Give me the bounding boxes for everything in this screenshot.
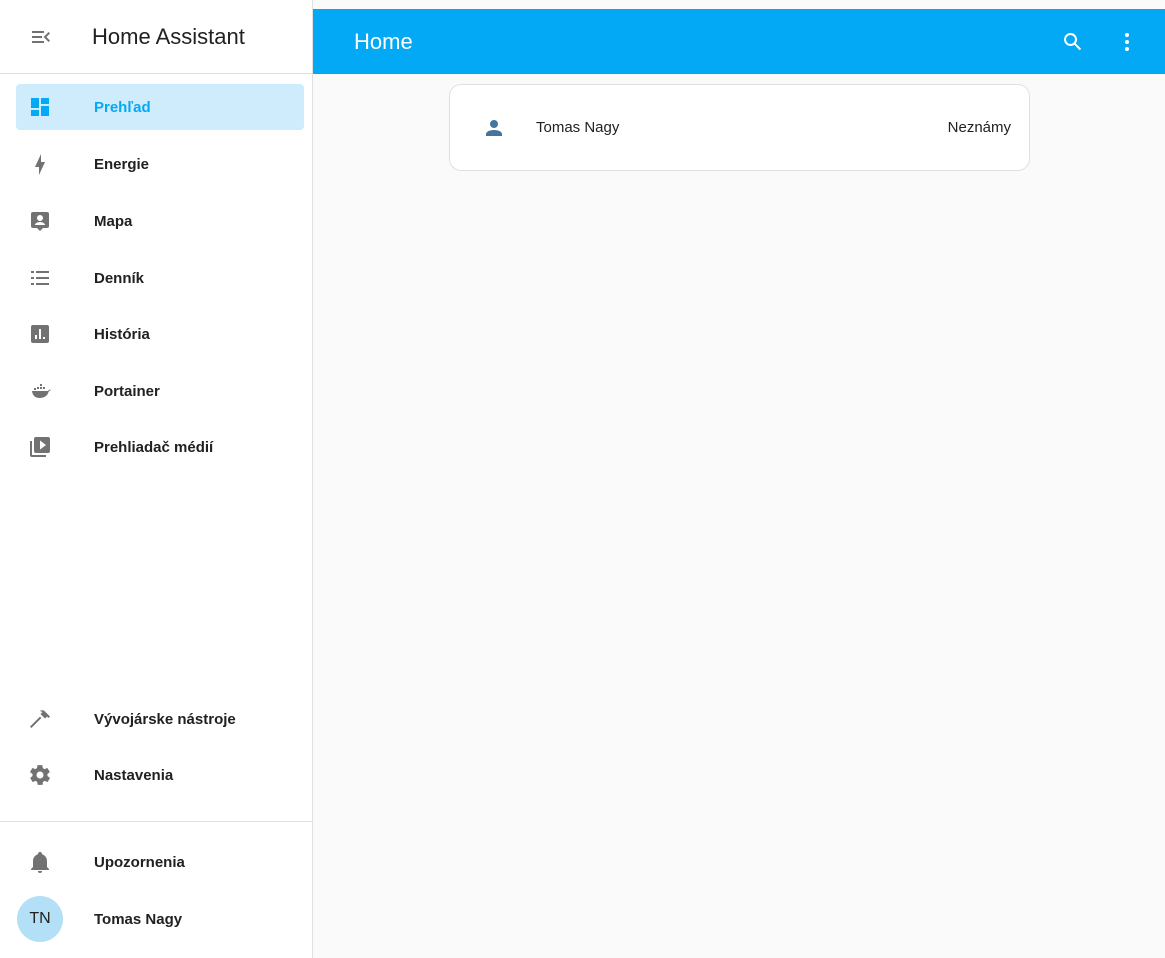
dots-vertical-icon[interactable] [1109,24,1145,60]
sidebar-item-media-browser[interactable]: Prehliadač médií [16,424,304,470]
sidebar-item-notifications[interactable]: Upozornenia [16,839,304,885]
play-box-multiple-icon [28,435,52,459]
sidebar-item-label: Prehliadač médií [94,438,214,456]
entity-card-person[interactable]: Tomas Nagy Neznámy [449,84,1030,171]
account-icon [482,116,506,140]
sidebar: Home Assistant Prehľad Energie Mapa Denn… [0,0,313,958]
avatar: TN [17,896,63,942]
chart-box-icon [28,322,52,346]
app-title: Home Assistant [92,23,245,49]
sidebar-item-label: Energie [94,155,150,173]
lightning-bolt-icon [28,152,52,176]
entity-state: Neznámy [947,119,1011,136]
hammer-icon [28,707,52,731]
sidebar-item-settings[interactable]: Nastavenia [16,752,304,798]
top-app-bar: Home [313,9,1165,74]
sidebar-item-label: Prehľad [94,98,151,116]
sidebar-item-label: Portainer [94,382,160,400]
docker-icon [28,379,52,403]
page-title: Home [354,28,413,54]
sidebar-item-mapa[interactable]: Mapa [16,198,304,244]
sidebar-item-label: Denník [94,269,145,287]
sidebar-header: Home Assistant [0,0,312,74]
sidebar-item-prehlad[interactable]: Prehľad [16,84,304,130]
view-dashboard-icon [28,95,52,119]
sidebar-item-profile[interactable]: TN Tomas Nagy [16,896,304,942]
sidebar-item-label: História [94,325,150,343]
cog-icon [28,763,52,787]
sidebar-item-energie[interactable]: Energie [16,141,304,187]
sidebar-item-historia[interactable]: História [16,311,304,357]
sidebar-item-developer-tools[interactable]: Vývojárske nástroje [16,696,304,742]
sidebar-item-label: Mapa [94,212,133,230]
bell-icon [28,850,52,874]
sidebar-user-name: Tomas Nagy [94,910,183,928]
sidebar-item-label: Vývojárske nástroje [94,710,236,728]
search-icon[interactable] [1055,24,1091,60]
sidebar-item-label: Upozornenia [94,853,185,871]
menu-collapse-icon[interactable] [23,19,59,55]
sidebar-item-portainer[interactable]: Portainer [16,368,304,414]
account-box-marker-icon [28,209,52,233]
entity-name: Tomas Nagy [536,119,620,136]
sidebar-item-dennik[interactable]: Denník [16,255,304,301]
sidebar-item-label: Nastavenia [94,766,174,784]
app-bar-actions [1055,9,1145,74]
sidebar-divider [0,821,313,822]
format-list-bulleted-icon [28,266,52,290]
